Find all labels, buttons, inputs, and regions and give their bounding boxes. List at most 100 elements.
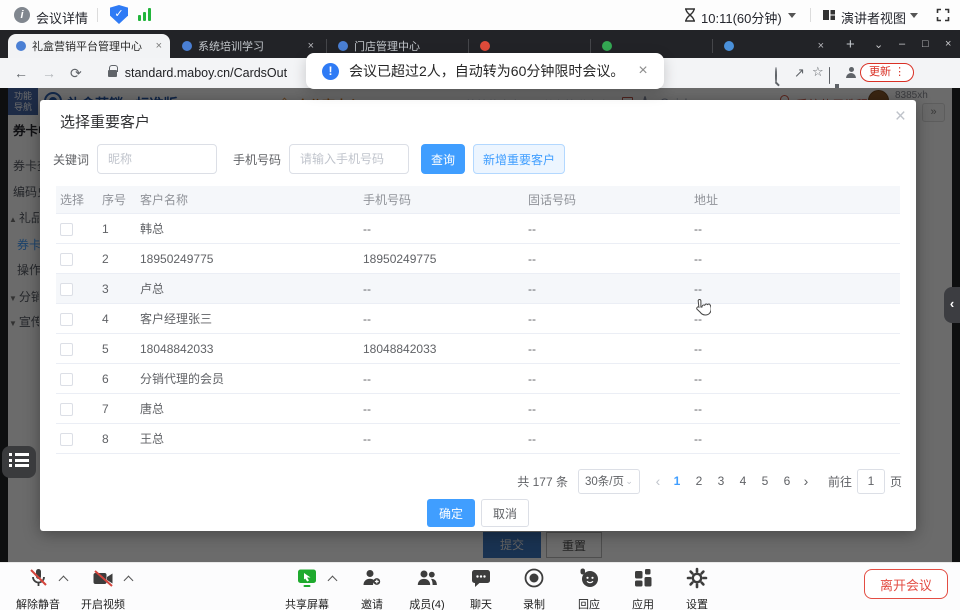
invite-button[interactable]: 邀请 [344,566,400,610]
page-6[interactable]: 6 [776,474,798,488]
view-layout-icon[interactable] [822,8,836,22]
record-button[interactable]: 录制 [506,566,562,610]
toast-text: 会议已超过2人，自动转为60分钟限时会议。 [349,61,624,81]
table-row[interactable]: 5 18048842033 18048842033 -- -- [56,334,900,364]
select-customer-modal: 选择重要客户 × 关键词 手机号码 查询 新增重要客户 选择 序号 客户名称 手… [40,100,916,531]
table-row[interactable]: 1 韩总 -- -- -- [56,214,900,244]
members-icon [415,566,439,590]
row-checkbox[interactable] [60,223,73,236]
divider [97,8,98,22]
row-checkbox[interactable] [60,403,73,416]
network-signal-icon[interactable] [138,8,154,21]
view-mode-label[interactable]: 演讲者视图 [841,8,906,27]
leave-meeting-button[interactable]: 离开会议 [864,569,948,599]
zoom-icon[interactable] [775,68,777,83]
new-tab-button[interactable]: + [846,36,855,53]
keyword-label: 关键词 [53,151,89,168]
filter-row: 关键词 手机号码 查询 新增重要客户 [53,144,565,174]
page-size-select[interactable]: 30条/页⌄ [578,469,640,494]
page-5[interactable]: 5 [754,474,776,488]
tab-search-icon[interactable]: ⌄ [874,38,883,51]
goto-label: 前往 [828,473,852,490]
settings-button[interactable]: 设置 [669,566,725,610]
apps-button[interactable]: 应用 [615,566,671,610]
tab-favicon [182,41,192,51]
table-row[interactable]: 4 客户经理张三 -- -- -- [56,304,900,334]
page-2[interactable]: 2 [688,474,710,488]
window-maximize-button[interactable]: □ [922,38,929,50]
tab-favicon [724,41,734,51]
meeting-timer: 10:11(60分钟) [701,8,782,27]
meeting-toast: ! 会议已超过2人，自动转为60分钟限时会议。 × [306,53,664,89]
table-row[interactable]: 3 卢总 -- -- -- [56,274,900,304]
tab-close-icon[interactable]: × [818,40,824,52]
window-close-button[interactable]: × [945,38,951,50]
customer-table: 选择 序号 客户名称 手机号码 固话号码 地址 1 韩总 -- -- -- 2 … [56,186,900,454]
fullscreen-icon[interactable] [936,8,950,22]
share-icon[interactable]: ↗ [794,65,805,81]
row-checkbox[interactable] [60,313,73,326]
modal-close-icon[interactable]: × [895,106,906,128]
prev-page-icon[interactable]: ‹ [650,473,666,489]
row-checkbox[interactable] [60,433,73,446]
camera-off-icon [91,566,115,590]
meeting-info-icon[interactable]: i [14,7,30,23]
tab-close-icon[interactable]: × [308,40,314,52]
meeting-list-fab[interactable] [2,446,36,478]
goto-page-input[interactable] [857,469,885,494]
tab-favicon [16,41,26,51]
start-video-button[interactable]: 开启视频 [75,566,131,610]
next-page-icon[interactable]: › [798,473,814,489]
mouse-cursor-hand [694,298,711,318]
bookmark-star-icon[interactable]: ☆ [812,64,824,80]
panel-collapse-handle[interactable]: ‹ [944,287,960,323]
chevron-down-icon: ⌄ [625,476,633,487]
reactions-button[interactable]: 回应 [561,566,617,610]
row-checkbox[interactable] [60,343,73,356]
record-icon [522,566,546,590]
screen: i 会议详情 ✓ 10:11(60分钟) 演讲者视图 礼盒营销平台管理中心 × … [0,0,960,610]
page-4[interactable]: 4 [732,474,754,488]
tab-separator [468,39,469,53]
view-dropdown-icon[interactable] [910,13,918,18]
hourglass-icon [684,8,696,22]
chat-icon [469,566,493,590]
back-icon[interactable]: ← [14,65,28,81]
tab-separator [326,39,327,53]
tab-close-icon[interactable]: × [156,40,162,52]
table-row[interactable]: 2 18950249775 18950249775 -- -- [56,244,900,274]
window-minimize-button[interactable]: – [899,38,905,50]
page-3[interactable]: 3 [710,474,732,488]
toast-close-icon[interactable]: × [638,62,647,80]
url-text[interactable]: standard.maboy.cn/CardsOut [125,66,287,80]
keyword-input[interactable] [97,144,217,174]
timer-dropdown-icon[interactable] [788,13,796,18]
row-checkbox[interactable] [60,373,73,386]
add-customer-button[interactable]: 新增重要客户 [473,144,565,174]
cancel-button[interactable]: 取消 [481,499,529,527]
browser-menu-icon[interactable]: ⋮ [894,66,905,78]
browser-update-button[interactable]: 更新 ⋮ [860,63,914,82]
members-button[interactable]: 成员(4) [399,566,455,610]
row-checkbox[interactable] [60,253,73,266]
reload-icon[interactable]: ⟳ [70,65,82,82]
lock-icon[interactable] [108,70,117,77]
search-button[interactable]: 查询 [421,144,465,174]
browser-tab[interactable]: 系统培训学习 × [174,34,322,58]
phone-input[interactable] [289,144,409,174]
page-1[interactable]: 1 [666,474,688,488]
confirm-button[interactable]: 确定 [427,499,475,527]
modal-title: 选择重要客户 [60,111,150,132]
browser-tab-active[interactable]: 礼盒营销平台管理中心 × [8,34,170,58]
share-screen-button[interactable]: 共享屏幕 [279,566,335,610]
invite-person-icon [360,566,384,590]
table-row[interactable]: 8 王总 -- -- -- [56,424,900,454]
page-unit-label: 页 [890,473,902,490]
forward-icon[interactable]: → [42,65,56,81]
browser-tab[interactable]: × [716,34,832,58]
table-row[interactable]: 7 唐总 -- -- -- [56,394,900,424]
row-checkbox[interactable] [60,283,73,296]
mute-button[interactable]: 解除静音 [10,566,66,610]
chat-button[interactable]: 聊天 [453,566,509,610]
table-row[interactable]: 6 分销代理的会员 -- -- -- [56,364,900,394]
